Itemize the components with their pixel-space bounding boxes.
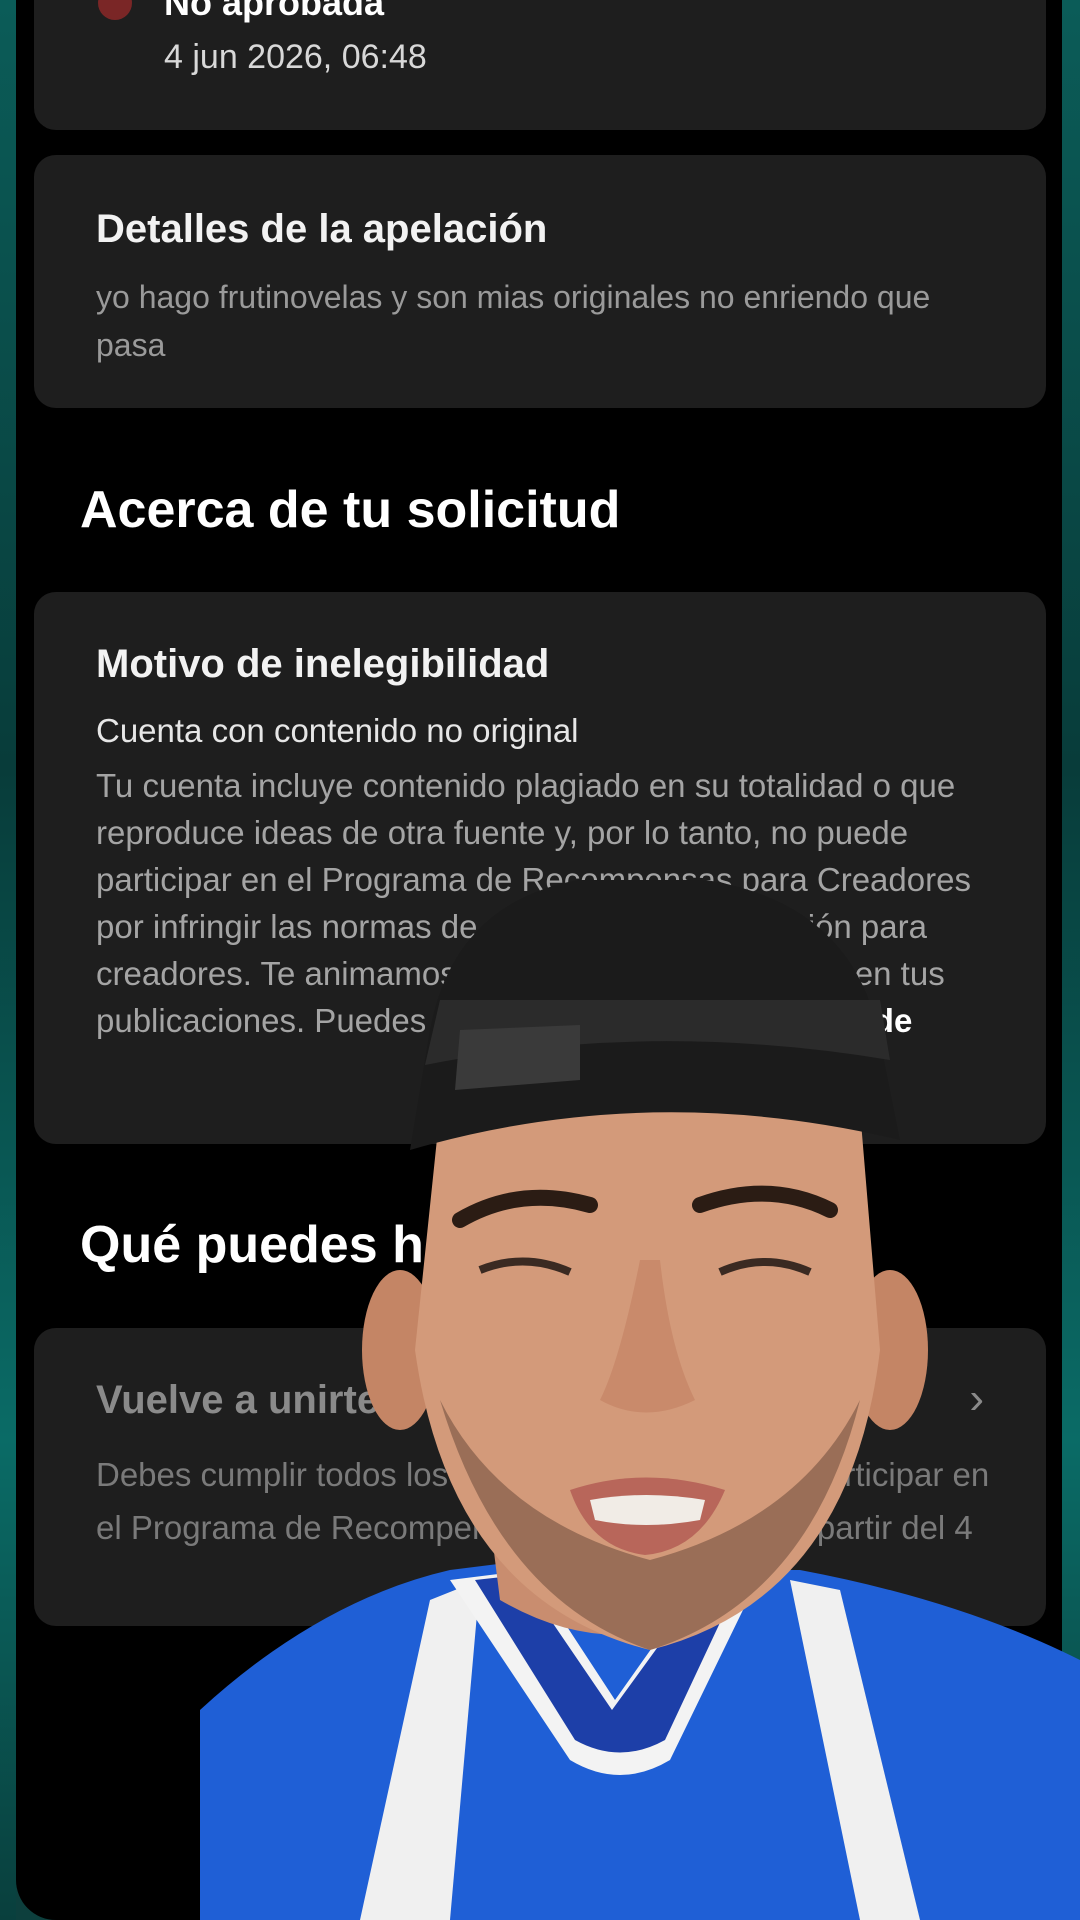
presenter-video-overlay (200, 880, 1080, 1920)
appeal-status-card: No aprobada 4 jun 2026, 06:48 (34, 0, 1046, 130)
screen-edge-left (0, 0, 16, 1920)
status-label: No aprobada (164, 0, 385, 23)
about-request-heading: Acerca de tu solicitud (80, 481, 621, 539)
ineligibility-reason-subtitle: Cuenta con contenido no original (96, 712, 579, 749)
status-dot-icon (98, 0, 132, 20)
ineligibility-reason-title: Motivo de inelegibilidad (96, 642, 550, 686)
status-date: 4 jun 2026, 06:48 (164, 38, 427, 76)
appeal-details-text: yo hago frutinovelas y son mias original… (96, 279, 931, 363)
appeal-details-title: Detalles de la apelación (96, 207, 548, 251)
appeal-details-card: Detalles de la apelación yo hago frutino… (34, 155, 1046, 408)
